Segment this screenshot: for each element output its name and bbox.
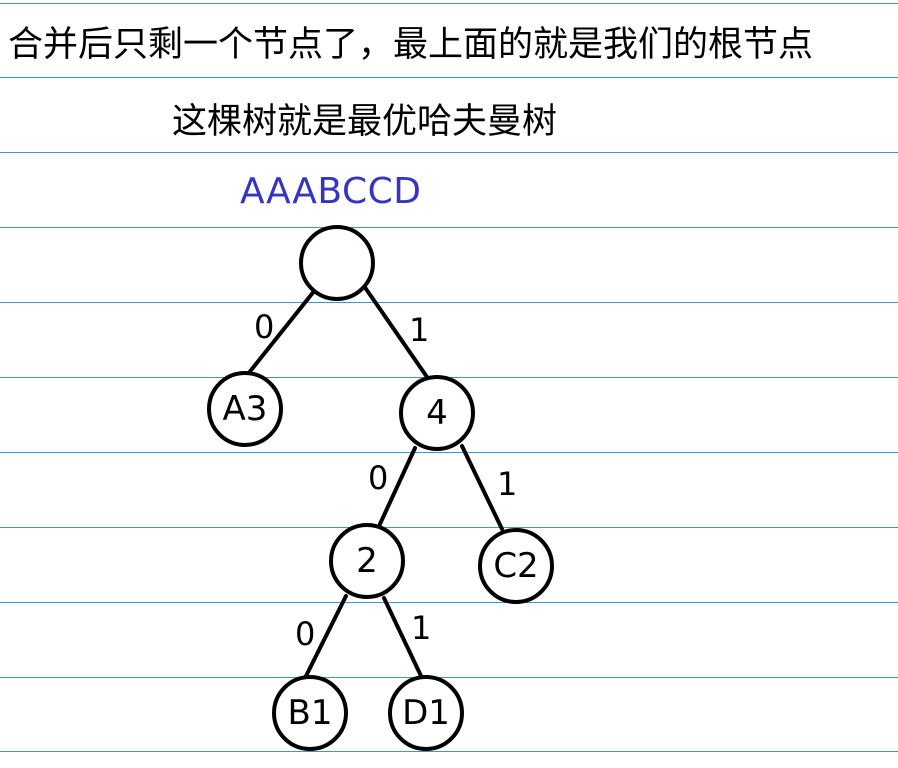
node-label-a3: A3 [223, 389, 268, 429]
edge-label-root-a3: 0 [254, 308, 274, 346]
tree-node-b1: B1 [272, 675, 348, 751]
node-label-d1: D1 [402, 693, 450, 733]
edge-label-n2-b1: 0 [295, 615, 315, 653]
node-label-2: 2 [356, 541, 378, 581]
edge-label-n4-n2: 0 [368, 459, 388, 497]
tree-node-a3: A3 [207, 371, 283, 447]
node-label-4: 4 [426, 393, 448, 433]
tree-node-4: 4 [399, 375, 475, 451]
huffman-tree: 0 1 0 1 0 1 A3 4 2 C2 B1 D1 [207, 225, 554, 751]
node-label-b1: B1 [288, 693, 333, 733]
edge-label-n4-c2: 1 [497, 465, 517, 503]
tree-node-c2: C2 [478, 528, 554, 604]
tree-node-2: 2 [329, 523, 405, 599]
edge-label-n2-d1: 1 [411, 609, 431, 647]
node-label-c2: C2 [493, 546, 538, 586]
edge-label-root-n4: 1 [409, 311, 429, 349]
tree-node-d1: D1 [388, 675, 464, 751]
tree-node-root [299, 225, 375, 301]
edge-n4-c2 [460, 444, 504, 531]
